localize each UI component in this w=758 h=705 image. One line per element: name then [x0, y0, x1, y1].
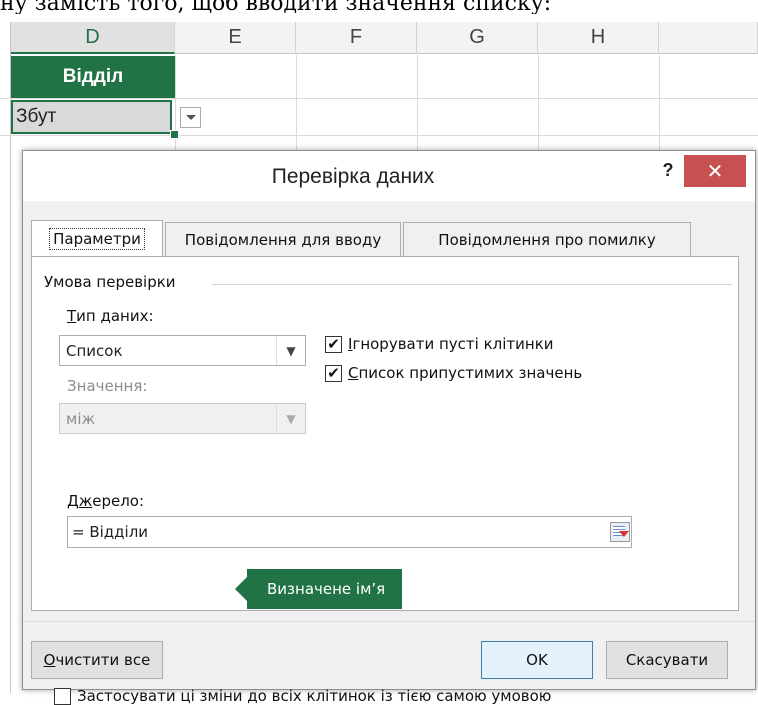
- column-header-f[interactable]: F: [296, 22, 417, 54]
- clear-all-button[interactable]: Очистити все: [31, 641, 163, 679]
- ok-button[interactable]: OK: [481, 641, 593, 679]
- source-label: Джерело:: [67, 492, 144, 510]
- data-type-label-accesskey: Т: [67, 307, 77, 325]
- defined-name-callout: Визначене ім’я: [247, 569, 403, 609]
- grid-line: [538, 55, 539, 155]
- operator-select: між ▼: [59, 403, 306, 434]
- apply-all-checkbox-row[interactable]: Застосувати ці зміни до всіх клітинок із…: [54, 687, 551, 705]
- data-type-label-text: ип даних:: [76, 307, 154, 325]
- tab-input-message[interactable]: Повідомлення для вводу: [165, 222, 401, 256]
- dropdown-arrow-icon: [185, 115, 196, 120]
- cell-dropdown-button[interactable]: [180, 107, 201, 128]
- grid-line: [0, 135, 758, 136]
- tab-settings[interactable]: Параметри: [31, 220, 163, 256]
- cancel-button[interactable]: Скасувати: [606, 641, 728, 679]
- source-label-accesskey: ж: [78, 492, 93, 510]
- range-select-icon[interactable]: [610, 522, 630, 542]
- tab-error-alert[interactable]: Повідомлення про помилку: [403, 222, 691, 256]
- grid-line: [659, 55, 660, 155]
- incell-dropdown-accesskey: С: [348, 364, 359, 382]
- column-header-next: [659, 22, 758, 54]
- source-label-first: Д: [67, 492, 79, 510]
- clear-all-label: чистити все: [55, 651, 151, 669]
- source-label-text: ерело:: [92, 492, 145, 510]
- operator-value: між: [66, 409, 95, 428]
- group-divider: [212, 284, 732, 285]
- dialog-titlebar[interactable]: Перевірка даних ? ✕: [23, 151, 755, 201]
- tab-settings-label: Параметри: [49, 227, 145, 250]
- column-header-h[interactable]: H: [538, 22, 659, 54]
- apply-all-label: Застосувати ці зміни до всіх клітинок із…: [77, 687, 552, 705]
- dialog-title: Перевірка даних: [271, 165, 435, 188]
- checkmark-icon: ✔: [327, 334, 340, 353]
- ignore-blank-checkbox[interactable]: ✔: [325, 334, 342, 353]
- values-label: Значення:: [67, 377, 148, 395]
- source-value: = Відділи: [72, 523, 149, 541]
- incell-dropdown-checkbox-row[interactable]: ✔ Список припустимих значень: [325, 364, 582, 382]
- document-text-fragment: ну замість того, щоб вводити значення сп…: [0, 0, 552, 14]
- checkmark-icon: ✔: [327, 363, 340, 382]
- validation-criteria-label: Умова перевірки: [44, 273, 182, 291]
- active-cell[interactable]: Збут: [11, 100, 172, 134]
- data-type-value: Список: [66, 341, 123, 360]
- close-icon[interactable]: ✕: [684, 155, 746, 187]
- fill-handle[interactable]: [170, 130, 179, 139]
- help-icon[interactable]: ?: [653, 157, 683, 183]
- grid-line: [417, 55, 418, 155]
- ignore-blank-checkbox-row[interactable]: ✔ Ігнорувати пусті клітинки: [325, 335, 554, 353]
- chevron-down-icon: ▼: [276, 404, 305, 433]
- source-input[interactable]: = Відділи: [67, 516, 632, 548]
- range-arrow-glyph: [619, 531, 629, 537]
- incell-dropdown-label: писок припустимих значень: [358, 364, 583, 382]
- data-type-label: Тип даних:: [67, 307, 154, 325]
- chevron-down-icon: ▼: [276, 336, 305, 365]
- header-cell-department[interactable]: Відділ: [11, 56, 175, 98]
- column-header-d[interactable]: D: [11, 22, 175, 54]
- data-validation-dialog: Перевірка даних ? ✕ Параметри Повідомлен…: [22, 150, 756, 705]
- ignore-blank-label: гнорувати пусті клітинки: [352, 335, 554, 353]
- data-type-select[interactable]: Список ▼: [59, 335, 306, 366]
- grid-line: [296, 55, 297, 155]
- column-header-e[interactable]: E: [175, 22, 296, 54]
- settings-panel: Умова перевірки Тип даних: Список ▼ Знач…: [31, 256, 739, 705]
- column-header-g[interactable]: G: [417, 22, 538, 54]
- incell-dropdown-checkbox[interactable]: ✔: [325, 363, 342, 382]
- grid-line: [175, 55, 176, 155]
- apply-all-checkbox[interactable]: [54, 687, 71, 705]
- footer-divider: [23, 621, 755, 622]
- grid-line: [0, 98, 758, 99]
- clear-all-accesskey: О: [43, 651, 56, 669]
